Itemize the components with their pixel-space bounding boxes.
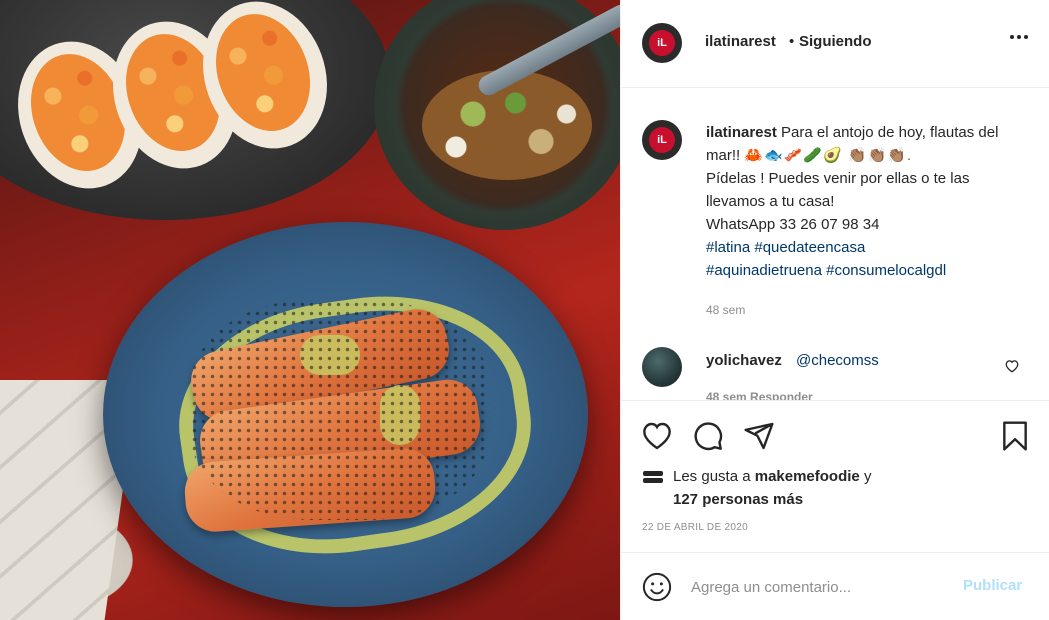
post-header: iL ilatinarest • Siguiendo <box>621 0 1049 88</box>
publish-button[interactable]: Publicar <box>963 577 1022 594</box>
hashtag-link[interactable]: #aquinadietruena #consumelocalgdl <box>706 262 946 279</box>
post-caption: ilatinarest Para el antojo de hoy, flaut… <box>706 121 1026 282</box>
caption-whatsapp: WhatsApp 33 26 07 98 34 <box>706 216 880 233</box>
caption-timestamp: 48 sem <box>706 303 746 317</box>
comment-composer: Publicar <box>621 552 1049 620</box>
post-photo[interactable] <box>0 0 620 620</box>
heart-icon[interactable] <box>641 420 673 452</box>
bookmark-icon[interactable] <box>999 420 1031 452</box>
caption-username[interactable]: ilatinarest <box>706 124 777 141</box>
post-actions: Les gusta a makemefoodie y 127 personas … <box>621 400 1049 560</box>
caption-text: Pídelas ! Puedes venir por ellas o te la… <box>706 170 970 210</box>
comment-bubble-icon[interactable] <box>692 420 724 452</box>
avatar[interactable]: iL <box>642 23 682 63</box>
hashtag-link[interactable]: #latina #quedateencasa <box>706 239 865 256</box>
comment-mention[interactable]: @checomss <box>796 352 879 369</box>
sesame-seeds <box>190 300 490 520</box>
liker-username[interactable]: makemefoodie <box>755 468 860 485</box>
comments-area: iL ilatinarest Para el antojo de hoy, fl… <box>621 88 1049 400</box>
paper-plane-icon[interactable] <box>743 420 775 452</box>
comment-meta: 48 sem Responder <box>706 390 813 400</box>
post-username[interactable]: ilatinarest <box>705 33 776 50</box>
caption-emojis: 🦀🐟🥓🥒🥑 👏🏽👏🏽👏🏽. <box>744 147 913 164</box>
likes-summary: Les gusta a makemefoodie y 127 personas … <box>673 465 871 511</box>
comment-input[interactable] <box>691 573 941 601</box>
smiley-icon[interactable] <box>642 572 672 602</box>
likes-prefix: Les gusta a <box>673 468 755 485</box>
ellipsis-icon[interactable] <box>1010 35 1028 39</box>
post-sidebar: iL ilatinarest • Siguiendo iL ilatinares… <box>620 0 1049 620</box>
following-button[interactable]: Siguiendo <box>799 33 872 50</box>
avatar[interactable] <box>642 347 682 387</box>
avatar[interactable]: iL <box>642 120 682 160</box>
avatar-logo: iL <box>657 37 667 49</box>
likes-suffix: y <box>859 468 872 485</box>
liker-avatar[interactable] <box>641 467 665 487</box>
post-date[interactable]: 22 DE ABRIL DE 2020 <box>642 522 748 533</box>
heart-icon[interactable] <box>1004 359 1020 373</box>
likes-count[interactable]: 127 personas más <box>673 491 803 508</box>
separator-dot: • <box>789 33 795 50</box>
avatar-logo: iL <box>657 134 667 146</box>
comment-username[interactable]: yolichavez <box>706 352 782 369</box>
